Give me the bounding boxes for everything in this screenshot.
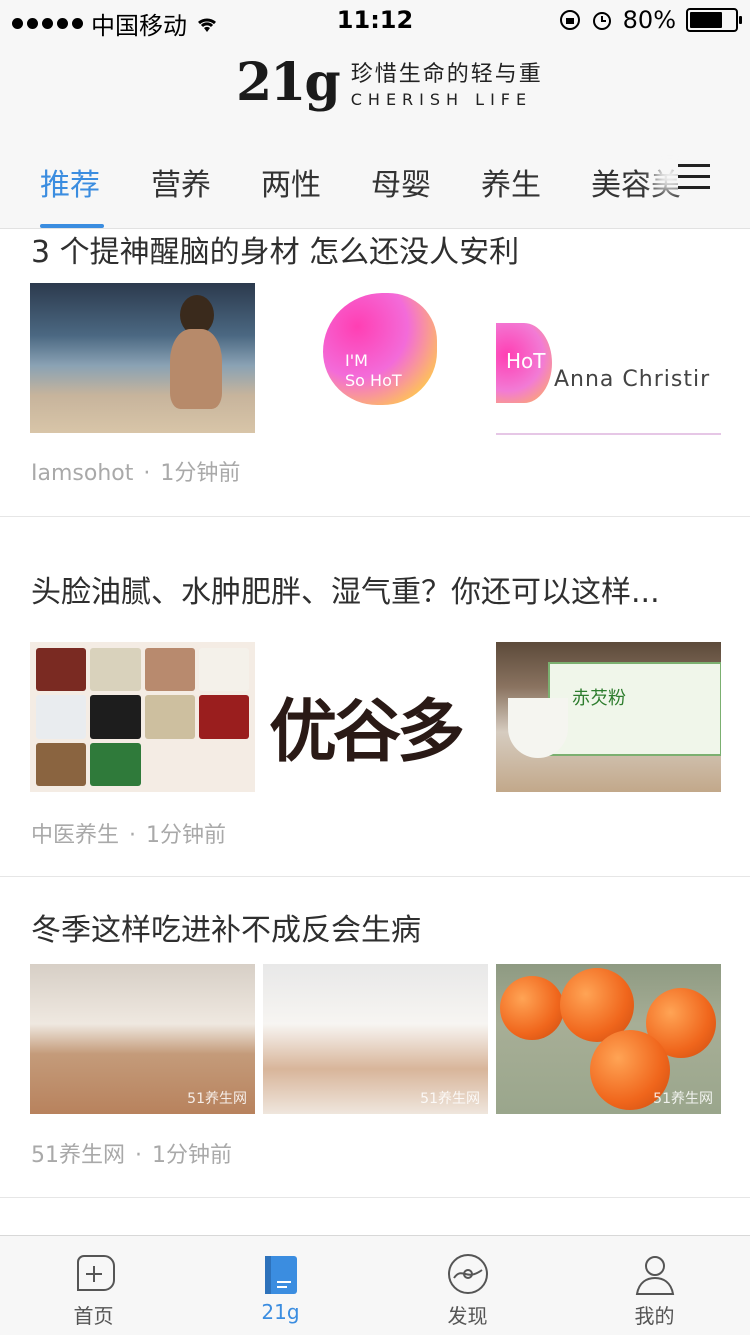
tabbar-item-21g[interactable]: 21g bbox=[187, 1236, 374, 1335]
brand-logo-text: 优谷多 bbox=[269, 693, 465, 772]
tab-maternity[interactable]: 母婴 bbox=[371, 160, 431, 204]
article-card[interactable]: 头脸油腻、水肿肥胖、湿气重？你还可以这样... 优谷多 赤芡粉 中医养生 · 1… bbox=[0, 517, 750, 877]
tab-gender[interactable]: 两性 bbox=[261, 160, 321, 204]
rotation-lock-icon bbox=[559, 10, 580, 30]
thumbnail-image[interactable]: 51养生网 bbox=[496, 964, 721, 1114]
add-square-icon bbox=[76, 1255, 115, 1291]
status-bar: 中国移动 11:12 80% bbox=[0, 0, 750, 40]
battery-percent: 80% bbox=[622, 6, 676, 34]
logo-text: 珍惜生命的轻与重 CHERISH LIFE bbox=[351, 56, 543, 109]
thumbnail-image[interactable] bbox=[30, 283, 255, 433]
meta-separator: · bbox=[143, 461, 151, 486]
tabbar-label: 首页 bbox=[73, 1304, 114, 1328]
article-thumbnails: 优谷多 赤芡粉 bbox=[30, 642, 721, 792]
tabbar-label: 我的 bbox=[634, 1304, 675, 1328]
tabbar-label: 21g bbox=[261, 1300, 300, 1324]
article-source: Iamsohot bbox=[31, 461, 134, 486]
compass-icon bbox=[447, 1254, 488, 1294]
article-meta: 51养生网 · 1分钟前 bbox=[31, 1137, 232, 1169]
alarm-icon bbox=[592, 12, 611, 30]
article-meta: 中医养生 · 1分钟前 bbox=[31, 817, 226, 849]
grain-swatch bbox=[198, 648, 249, 692]
logo-mark: 21g bbox=[236, 52, 341, 113]
thumbnail-image[interactable] bbox=[30, 642, 255, 792]
grain-swatch bbox=[90, 742, 141, 786]
grain-swatch bbox=[198, 742, 249, 786]
article-card[interactable]: 冬季这样吃进补不成反会生病 51养生网 51养生网 51养生网 51养生网 · 1分… bbox=[0, 877, 750, 1198]
thumbnail-image[interactable]: 51养生网 bbox=[30, 964, 255, 1114]
thumbnail-image[interactable]: I'M So HoT bbox=[263, 283, 488, 433]
article-source: 中医养生 bbox=[31, 823, 120, 848]
article-thumbnails: 51养生网 51养生网 51养生网 bbox=[30, 964, 721, 1114]
tab-recommend[interactable]: 推荐 bbox=[40, 160, 100, 204]
category-tabs: 推荐 营养 两性 母婴 养生 美容美 bbox=[0, 128, 750, 229]
grain-swatch bbox=[36, 695, 87, 739]
active-tab-indicator bbox=[40, 224, 104, 228]
tabbar-label: 发现 bbox=[447, 1304, 488, 1328]
bottom-tab-bar: 首页 21g 发现 我的 bbox=[0, 1235, 750, 1335]
tabbar-item-profile[interactable]: 我的 bbox=[561, 1236, 748, 1335]
article-time: 1分钟前 bbox=[160, 461, 241, 486]
tab-wellness[interactable]: 养生 bbox=[481, 160, 541, 204]
grain-swatch bbox=[144, 648, 195, 692]
tabbar-item-discover[interactable]: 发现 bbox=[374, 1236, 561, 1335]
figure-shape bbox=[170, 329, 222, 409]
article-meta: Iamsohot · 1分钟前 bbox=[31, 455, 240, 487]
logo-slogan-cn: 珍惜生命的轻与重 bbox=[350, 62, 543, 87]
cup-shape bbox=[508, 698, 568, 758]
article-card[interactable]: 3 个提神醒脑的身材 怎么还没人安利 I'M So HoT HoT Anna C… bbox=[0, 229, 750, 517]
menu-icon[interactable] bbox=[678, 164, 710, 190]
product-label: 赤芡粉 bbox=[572, 688, 626, 709]
fruit-shape bbox=[500, 976, 564, 1040]
article-time: 1分钟前 bbox=[152, 1143, 232, 1168]
tab-nutrition[interactable]: 营养 bbox=[151, 160, 211, 204]
grain-swatch bbox=[36, 742, 87, 786]
watermark: 51养生网 bbox=[187, 1091, 247, 1107]
grain-swatch bbox=[36, 648, 87, 692]
article-title[interactable]: 头脸油腻、水肿肥胖、湿气重？你还可以这样... bbox=[31, 567, 660, 611]
tabbar-item-home[interactable]: 首页 bbox=[0, 1236, 187, 1335]
meta-separator: · bbox=[129, 823, 137, 848]
grain-swatch bbox=[90, 648, 141, 692]
thumbnail-image[interactable]: 赤芡粉 bbox=[496, 642, 721, 792]
tab-beauty[interactable]: 美容美 bbox=[591, 160, 681, 204]
app-header: 21g 珍惜生命的轻与重 CHERISH LIFE bbox=[0, 40, 750, 128]
battery-icon bbox=[686, 8, 742, 32]
app-logo: 21g 珍惜生命的轻与重 CHERISH LIFE bbox=[236, 52, 543, 113]
grain-swatch bbox=[144, 742, 195, 786]
article-feed: 3 个提神醒脑的身材 怎么还没人安利 I'M So HoT HoT Anna C… bbox=[0, 229, 750, 1235]
article-thumbnails: I'M So HoT HoT Anna Christir bbox=[30, 283, 721, 435]
watermark: 51养生网 bbox=[653, 1091, 713, 1107]
thumbnail-image[interactable]: HoT Anna Christir bbox=[496, 283, 721, 435]
user-icon bbox=[635, 1256, 674, 1295]
meta-separator: · bbox=[135, 1143, 142, 1168]
grain-swatch bbox=[90, 695, 141, 739]
thumbnail-image[interactable]: 51养生网 bbox=[263, 964, 488, 1114]
logo-text: HoT bbox=[506, 349, 546, 373]
article-time: 1分钟前 bbox=[146, 823, 227, 848]
status-right: 80% bbox=[559, 6, 742, 34]
logo-slogan-en: CHERISH LIFE bbox=[350, 90, 533, 109]
article-title[interactable]: 3 个提神醒脑的身材 怎么还没人安利 bbox=[31, 229, 519, 271]
logo-text: So HoT bbox=[345, 371, 402, 390]
article-title[interactable]: 冬季这样吃进补不成反会生病 bbox=[31, 905, 421, 949]
thumbnail-image[interactable]: 优谷多 bbox=[263, 642, 488, 792]
watermark: 51养生网 bbox=[420, 1091, 480, 1107]
grain-swatch bbox=[198, 695, 249, 739]
book-icon bbox=[264, 1256, 297, 1294]
grain-swatch bbox=[144, 695, 195, 739]
logo-text: I'M bbox=[345, 351, 368, 370]
logo-text: Anna Christir bbox=[554, 367, 711, 392]
article-source: 51养生网 bbox=[31, 1143, 125, 1168]
